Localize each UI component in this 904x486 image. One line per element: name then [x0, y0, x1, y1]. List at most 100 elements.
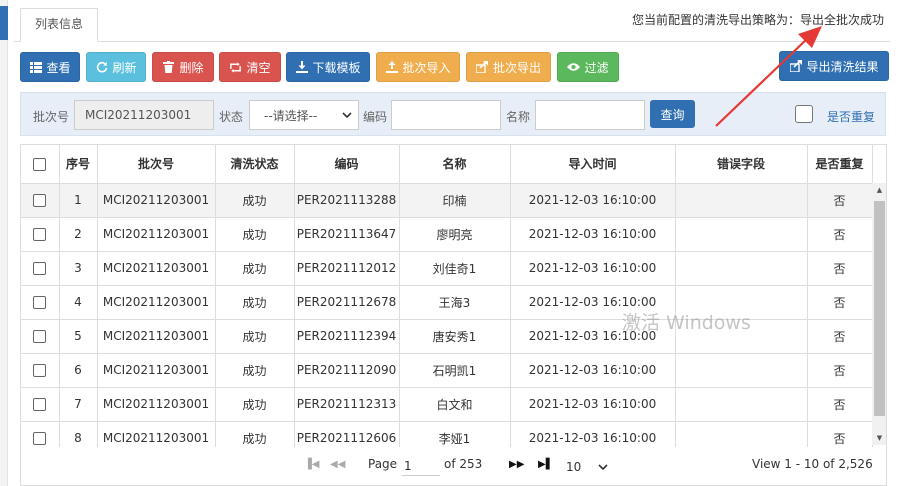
table-cell: 否 — [807, 387, 873, 422]
page-total-label: of 253 — [444, 457, 483, 471]
duplicate-checkbox[interactable] — [795, 105, 813, 123]
export-icon — [789, 60, 802, 73]
table-cell — [675, 251, 808, 286]
name-label: 名称 — [506, 110, 531, 124]
filter-button[interactable]: 过滤 — [557, 52, 619, 82]
refresh-icon — [95, 61, 108, 74]
sidebar-active-marker — [0, 6, 8, 40]
page-label: Page — [368, 457, 398, 471]
batch-number-input[interactable]: MCI20211203001 — [74, 100, 214, 130]
retweet-icon — [229, 61, 242, 74]
refresh-button[interactable]: 刷新 — [86, 52, 146, 82]
code-input[interactable] — [391, 100, 501, 130]
delete-button[interactable]: 删除 — [152, 52, 214, 82]
prev-page-icon[interactable]: ◀◀ — [330, 459, 345, 470]
search-bar: 批次号 MCI20211203001 状态 --请选择-- 编码 名称 查询 是… — [20, 92, 886, 136]
download-template-label: 下载模板 — [312, 60, 361, 75]
table-cell: 2 — [59, 217, 98, 252]
table-cell: 2021-12-03 16:10:00 — [510, 217, 676, 252]
table-row[interactable]: 2 MCI20211203001 成功 PER2021113647 廖明亮 2021-12… — [21, 217, 873, 252]
row-checkbox[interactable] — [33, 432, 47, 445]
first-page-icon[interactable]: ▐◀ — [304, 459, 319, 470]
table-cell: 5 — [59, 319, 98, 354]
code-label: 编码 — [363, 110, 388, 124]
eye-icon — [567, 61, 581, 74]
table-cell: MCI20211203001 — [97, 217, 216, 252]
view-button[interactable]: 查看 — [20, 52, 80, 82]
column-header[interactable]: 错误字段 — [675, 145, 808, 184]
scrollbar-thumb[interactable] — [874, 201, 885, 416]
batch-export-label: 批次导出 — [492, 60, 541, 75]
table-cell: 3 — [59, 251, 98, 286]
table-cell: 石明凯1 — [399, 353, 511, 388]
table-cell: 印楠 — [399, 183, 511, 218]
table-cell — [675, 217, 808, 252]
table-cell: PER2021113647 — [294, 217, 400, 252]
page-number-input[interactable] — [402, 456, 440, 476]
select-all-cell — [21, 145, 60, 184]
row-checkbox[interactable] — [33, 296, 47, 309]
table-cell: 成功 — [215, 251, 295, 286]
table-cell: 唐安秀1 — [399, 319, 511, 354]
row-checkbox[interactable] — [33, 194, 47, 207]
table-scrollbar[interactable]: ▲ ▼ — [872, 183, 886, 445]
table-cell: 成功 — [215, 387, 295, 422]
name-input[interactable] — [535, 100, 645, 130]
query-button[interactable]: 查询 — [650, 100, 695, 128]
row-select-cell — [21, 217, 60, 252]
chevron-down-icon — [598, 460, 608, 474]
row-select-cell — [21, 285, 60, 320]
column-header[interactable]: 导入时间 — [510, 145, 676, 184]
scroll-up-icon[interactable]: ▲ — [872, 183, 886, 197]
table-cell: 2021-12-03 16:10:00 — [510, 183, 676, 218]
row-select-cell — [21, 251, 60, 286]
table-cell: 2021-12-03 16:10:00 — [510, 251, 676, 286]
row-checkbox[interactable] — [33, 330, 47, 343]
status-select[interactable]: --请选择-- — [249, 100, 359, 130]
table-row[interactable]: 1 MCI20211203001 成功 PER2021113288 印楠 2021-12-… — [21, 183, 873, 218]
column-header[interactable]: 批次号 — [97, 145, 216, 184]
table-cell — [675, 183, 808, 218]
table-cell: 7 — [59, 387, 98, 422]
row-checkbox[interactable] — [33, 364, 47, 377]
column-header[interactable]: 是否重复 — [807, 145, 873, 184]
batch-import-button[interactable]: 批次导入 — [376, 52, 460, 82]
row-checkbox[interactable] — [33, 228, 47, 241]
table-cell: MCI20211203001 — [97, 183, 216, 218]
download-template-button[interactable]: 下载模板 — [286, 52, 370, 82]
status-select-value: --请选择-- — [264, 108, 318, 123]
row-select-cell — [21, 183, 60, 218]
row-checkbox[interactable] — [33, 398, 47, 411]
delete-button-label: 删除 — [179, 60, 204, 75]
table-cell: 廖明亮 — [399, 217, 511, 252]
table-cell: PER2021112678 — [294, 285, 400, 320]
table-cell: 1 — [59, 183, 98, 218]
table-cell: PER2021112012 — [294, 251, 400, 286]
clear-button[interactable]: 清空 — [219, 52, 281, 82]
column-header[interactable]: 编码 — [294, 145, 400, 184]
tab-bar: 列表信息 您当前配置的清洗导出策略为：导出全批次成功 — [14, 0, 890, 42]
table-row[interactable]: 7 MCI20211203001 成功 PER2021112313 白文和 2021-12… — [21, 387, 873, 422]
row-checkbox[interactable] — [33, 262, 47, 275]
table-cell: PER2021112394 — [294, 319, 400, 354]
export-clean-result-button[interactable]: 导出清洗结果 — [779, 51, 889, 81]
column-header[interactable]: 序号 — [59, 145, 98, 184]
page-size-select[interactable]: 10 — [566, 456, 608, 478]
select-all-checkbox[interactable] — [33, 157, 47, 171]
table-cell: PER2021112313 — [294, 387, 400, 422]
last-page-icon[interactable]: ▶▌ — [538, 459, 553, 470]
table-row[interactable]: 6 MCI20211203001 成功 PER2021112090 石明凯1 2021-1… — [21, 353, 873, 388]
table-cell: 6 — [59, 353, 98, 388]
list-icon — [29, 61, 42, 74]
scroll-down-icon[interactable]: ▼ — [872, 431, 886, 445]
tab-list-info[interactable]: 列表信息 — [20, 8, 99, 42]
table-row[interactable]: 3 MCI20211203001 成功 PER2021112012 刘佳奇1 2021-1… — [21, 251, 873, 286]
batch-export-button[interactable]: 批次导出 — [466, 52, 551, 82]
column-header[interactable]: 名称 — [399, 145, 511, 184]
table-cell: 成功 — [215, 285, 295, 320]
next-page-icon[interactable]: ▶▶ — [509, 459, 524, 470]
column-header[interactable]: 清洗状态 — [215, 145, 295, 184]
table-cell: MCI20211203001 — [97, 251, 216, 286]
data-table: 序号 批次号 清洗状态 编码 名称 导入时间 错误字段 是否重复 1 MCI202… — [20, 144, 887, 486]
batch-import-label: 批次导入 — [402, 60, 451, 75]
